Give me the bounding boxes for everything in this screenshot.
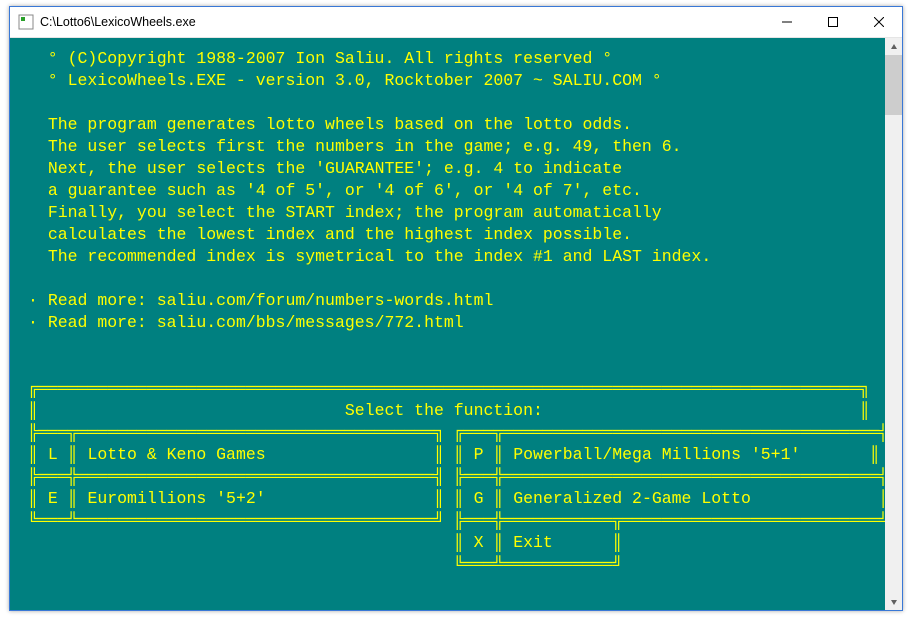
bullet-icon: ° [642, 71, 662, 90]
bullet-icon: ° [28, 71, 68, 90]
app-icon [18, 14, 34, 30]
box-border-mid: ╠═══╬═══════════════════════════════════… [28, 467, 885, 486]
box-border-top: ╔═══════════════════════════════════════… [28, 379, 870, 398]
box-border-bottom: ╚═══╩═══════════╝ [28, 555, 622, 574]
window-controls [764, 7, 902, 37]
bullet-dot-icon: · [28, 313, 48, 332]
console-output: ° (C)Copyright 1988-2007 Ion Saliu. All … [10, 38, 885, 610]
menu-item-label-L[interactable]: Lotto & Keno Games [87, 445, 265, 464]
application-window: C:\Lotto6\LexicoWheels.exe ° (C)Copyrigh… [9, 6, 903, 611]
menu-item-label-G[interactable]: Generalized 2-Game Lotto [513, 489, 751, 508]
vertical-scrollbar[interactable] [885, 38, 902, 610]
menu-item-key-E[interactable]: E [48, 489, 58, 508]
readmore-label-1: Read more: [48, 291, 157, 310]
desc-line-5: Finally, you select the START index; the… [48, 203, 662, 222]
scroll-up-arrow-icon[interactable] [885, 38, 902, 55]
window-title: C:\Lotto6\LexicoWheels.exe [40, 15, 764, 29]
desc-line-7: The recommended index is symetrical to t… [48, 247, 711, 266]
box-border-mid: ╚═══╩═══════════════════════════════════… [28, 511, 885, 530]
close-button[interactable] [856, 7, 902, 37]
box-border-mid: ╠═══╦═══════════════════════════════════… [28, 423, 885, 442]
readmore-url-2: saliu.com/bbs/messages/772.html [157, 313, 464, 332]
menu-item-label-X[interactable]: Exit [513, 533, 553, 552]
desc-line-4: a guarantee such as '4 of 5', or '4 of 6… [48, 181, 642, 200]
titlebar[interactable]: C:\Lotto6\LexicoWheels.exe [10, 7, 902, 38]
menu-item-key-P[interactable]: P [474, 445, 484, 464]
menu-item-key-L[interactable]: L [48, 445, 58, 464]
copyright-line: (C)Copyright 1988-2007 Ion Saliu. All ri… [68, 49, 593, 68]
bullet-icon: ° [28, 49, 68, 68]
version-line: LexicoWheels.EXE - version 3.0, Rocktobe… [68, 71, 642, 90]
menu-item-label-E[interactable]: Euromillions '5+2' [87, 489, 265, 508]
desc-line-2: The user selects first the numbers in th… [48, 137, 682, 156]
menu-title-row: ║ [28, 401, 345, 420]
menu-item-key-G[interactable]: G [474, 489, 484, 508]
menu-item-key-X[interactable]: X [474, 533, 484, 552]
menu-item-label-P[interactable]: Powerball/Mega Millions '5+1' [513, 445, 800, 464]
scrollbar-thumb[interactable] [885, 55, 902, 115]
readmore-url-1: saliu.com/forum/numbers-words.html [157, 291, 494, 310]
maximize-button[interactable] [810, 7, 856, 37]
client-area: ° (C)Copyright 1988-2007 Ion Saliu. All … [10, 38, 902, 610]
bullet-dot-icon: · [28, 291, 48, 310]
menu-title: Select the function: [345, 401, 543, 420]
desc-line-3: Next, the user selects the 'GUARANTEE'; … [48, 159, 622, 178]
readmore-label-2: Read more: [48, 313, 157, 332]
desc-line-1: The program generates lotto wheels based… [48, 115, 632, 134]
desc-line-6: calculates the lowest index and the high… [48, 225, 632, 244]
minimize-button[interactable] [764, 7, 810, 37]
bullet-icon: ° [592, 49, 612, 68]
scroll-down-arrow-icon[interactable] [885, 593, 902, 610]
